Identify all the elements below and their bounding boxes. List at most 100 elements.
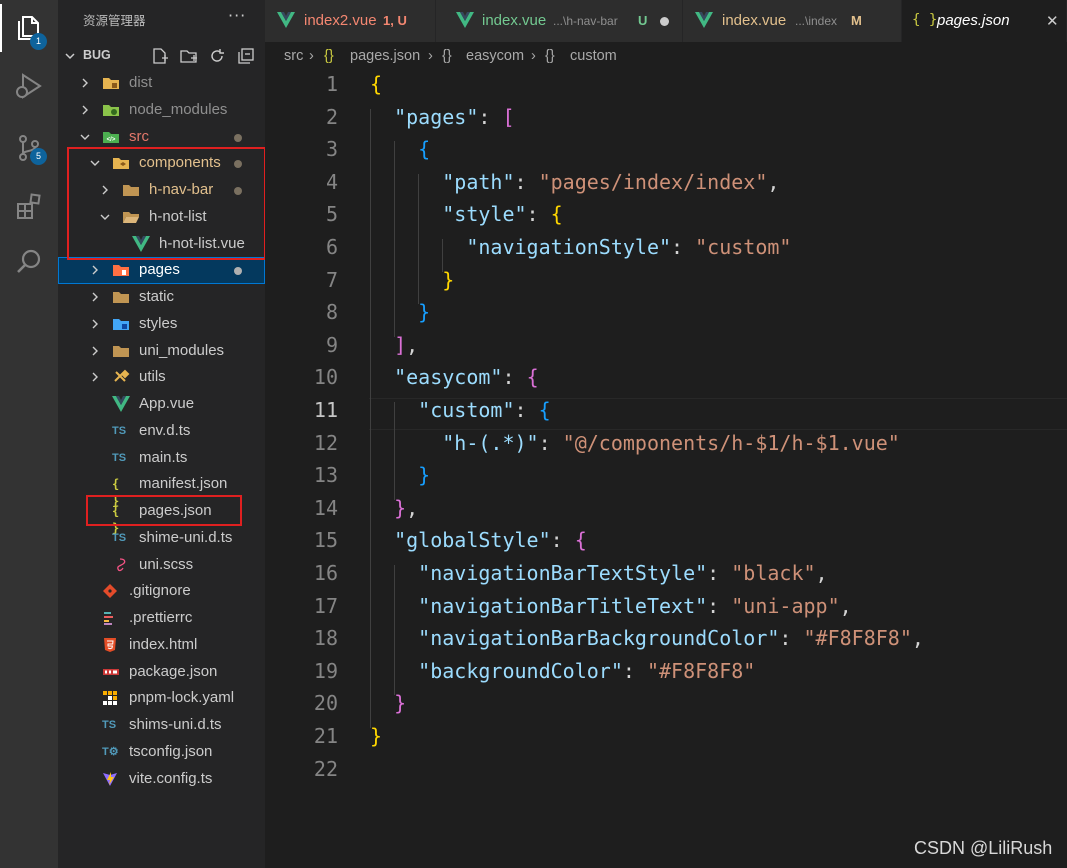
code-line: } — [370, 300, 430, 324]
npm-file-icon — [102, 664, 120, 680]
chevron-right-icon[interactable] — [90, 319, 100, 329]
tree-item-env-d-ts[interactable]: TS env.d.ts — [58, 418, 265, 445]
git-file-icon — [102, 583, 120, 599]
tab-status: U — [638, 13, 648, 28]
tree-item-uni-scss[interactable]: uni.scss — [58, 552, 265, 579]
new-folder-icon[interactable] — [180, 47, 198, 65]
chevron-right-icon[interactable] — [90, 292, 100, 302]
line-number: 10 — [313, 365, 338, 390]
code-token: , — [406, 332, 419, 357]
code-token: "@/components/h-$1/h-$1.vue" — [562, 430, 900, 455]
tree-item-node-modules[interactable]: node_modules — [58, 97, 265, 124]
tree-item-label: env.d.ts — [139, 421, 191, 439]
line-number: 1 — [325, 72, 338, 96]
tree-item-prettierrc[interactable]: .prettierrc — [58, 605, 265, 632]
code-token: } — [418, 463, 431, 488]
tree-item-package-json[interactable]: package.json — [58, 659, 265, 686]
line-number: 8 — [325, 300, 338, 325]
chevron-right-icon[interactable] — [80, 78, 90, 88]
ts-file-icon: TS — [112, 451, 127, 464]
run-debug-activity-button[interactable] — [0, 62, 58, 110]
workspace-root[interactable]: BUG — [58, 44, 265, 68]
chevron-right-icon[interactable] — [90, 346, 100, 356]
code-token: [ — [502, 104, 515, 129]
new-file-icon[interactable] — [151, 47, 169, 65]
search-activity-button[interactable] — [0, 238, 58, 286]
code-token: : — [707, 561, 732, 585]
tree-item-label: node_modules — [129, 100, 228, 118]
sass-file-icon — [112, 557, 130, 573]
tab-index2-vue[interactable]: index2.vue 1, U — [265, 0, 436, 42]
tab-index-vue-index[interactable]: index.vue ...\index M — [683, 0, 902, 42]
collapse-all-icon[interactable] — [237, 47, 255, 65]
code-token: "navigationBarTitleText" — [418, 593, 708, 618]
tree-item-app-vue[interactable]: App.vue — [58, 391, 265, 418]
tree-item-gitignore[interactable]: .gitignore — [58, 578, 265, 605]
chevron-right-icon[interactable] — [90, 265, 100, 275]
breadcrumb-item[interactable]: custom — [570, 48, 617, 64]
code-token: { — [550, 202, 563, 227]
tree-item-pnpm-lock-yaml[interactable]: pnpm-lock.yaml — [58, 685, 265, 712]
code-token: , — [406, 495, 419, 520]
code-line: "h-(.*)": "@/components/h-$1/h-$1.vue" — [370, 431, 900, 455]
tree-item-tsconfig-json[interactable]: T⚙ tsconfig.json — [58, 739, 265, 766]
chevron-down-icon[interactable] — [80, 132, 90, 142]
tab-pages-json[interactable]: { } pages.json ✕ — [902, 0, 1067, 42]
tree-item-pages[interactable]: pages — [58, 257, 265, 284]
extensions-icon — [17, 193, 41, 219]
extensions-activity-button[interactable] — [0, 182, 58, 230]
tree-item-shims-uni-d-ts[interactable]: TS shims-uni.d.ts — [58, 712, 265, 739]
chevron-right-icon[interactable] — [90, 372, 100, 382]
tree-item-label: index.html — [129, 635, 198, 653]
code-token: { — [574, 528, 587, 553]
code-line: "easycom": { — [370, 365, 539, 389]
code-editor[interactable]: 1{2 "pages": [3 {4 "path": "pages/index/… — [265, 70, 1067, 868]
tree-item-index-html[interactable]: index.html — [58, 632, 265, 659]
code-token: , — [815, 561, 828, 585]
code-token: "backgroundColor" — [418, 658, 623, 683]
code-token: ] — [394, 332, 407, 357]
tree-item-manifest-json[interactable]: { } manifest.json — [58, 471, 265, 508]
unsaved-dot — [660, 17, 669, 26]
tree-item-label: styles — [139, 314, 178, 332]
code-token: { — [370, 72, 383, 96]
source-control-activity-button[interactable]: 5 — [0, 124, 58, 172]
code-token: } — [418, 300, 431, 325]
tree-item-vite-config-ts[interactable]: vite.config.ts — [58, 766, 265, 793]
code-token: : — [526, 202, 551, 227]
breadcrumb-item[interactable]: src — [284, 48, 303, 64]
tree-item-uni-modules[interactable]: uni_modules — [58, 338, 265, 365]
code-line: { — [370, 137, 430, 161]
tree-item-styles[interactable]: styles — [58, 311, 265, 338]
chevron-right-icon[interactable] — [80, 105, 90, 115]
tree-item-static[interactable]: static — [58, 284, 265, 311]
tree-item-shime-uni-d-ts[interactable]: TS shime-uni.d.ts — [58, 525, 265, 552]
breadcrumb-item[interactable]: pages.json — [350, 48, 420, 64]
refresh-icon[interactable] — [208, 47, 226, 65]
tree-item-utils[interactable]: utils — [58, 364, 265, 391]
breadcrumb-item[interactable]: easycom — [466, 48, 524, 64]
tree-item-dist[interactable]: dist — [58, 70, 265, 97]
line-number: 15 — [313, 528, 338, 553]
vue-file-icon — [112, 396, 130, 412]
code-token: , — [767, 169, 780, 194]
tree-item-main-ts[interactable]: TS main.ts — [58, 445, 265, 472]
line-number: 17 — [313, 593, 338, 618]
tab-index-vue-nav[interactable]: index.vue ...\h-nav-bar U — [436, 0, 683, 42]
code-line: "globalStyle": { — [370, 528, 587, 552]
more-actions-button[interactable]: ··· — [228, 6, 246, 25]
modified-dot — [234, 267, 242, 276]
explorer-activity-button[interactable]: 1 — [0, 4, 58, 52]
close-icon[interactable]: ✕ — [1046, 12, 1059, 30]
code-token: : — [514, 169, 539, 194]
vue-icon — [277, 12, 295, 28]
modified-dot — [234, 133, 242, 142]
